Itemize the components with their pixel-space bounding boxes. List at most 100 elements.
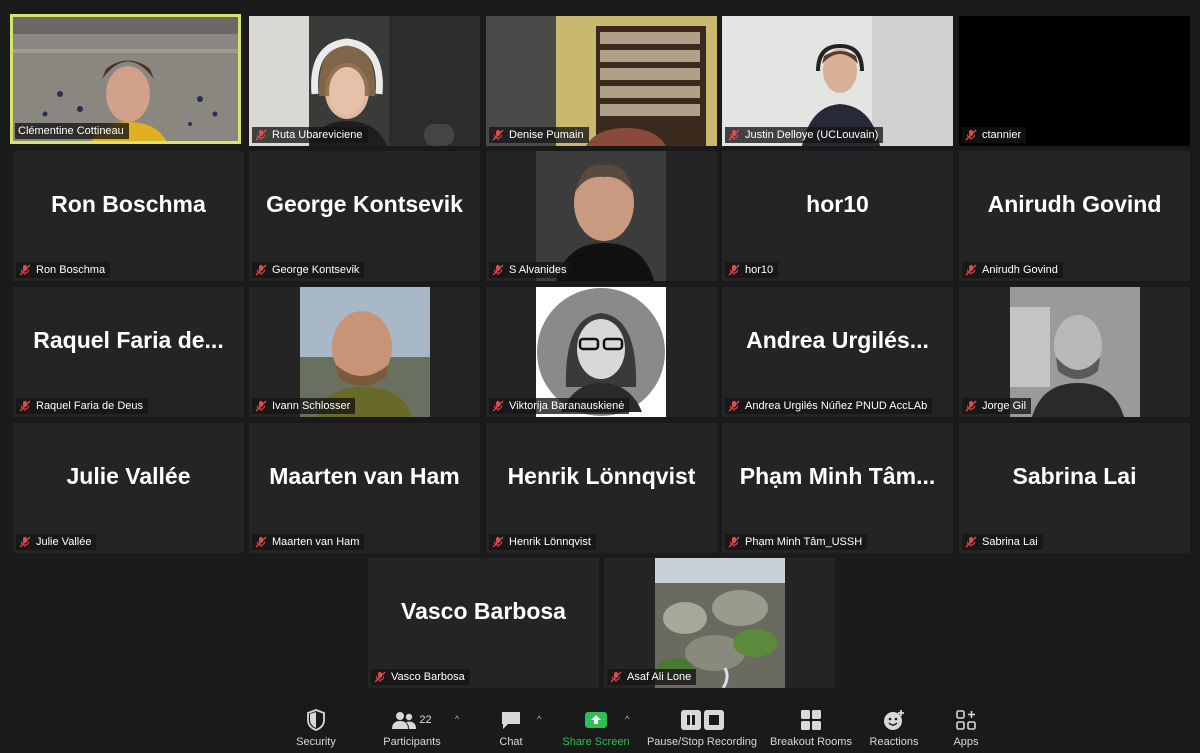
participant-tile[interactable]: Maarten van Ham Maarten van Ham — [249, 423, 480, 553]
participant-name-tag: Ron Boschma — [16, 262, 111, 278]
participant-tile[interactable]: Vasco Barbosa Vasco Barbosa — [368, 558, 599, 688]
microphone-muted-icon — [728, 400, 740, 412]
participants-icon — [392, 712, 417, 729]
participant-display-name: Sabrina Lai — [1012, 463, 1137, 489]
chat-icon — [502, 712, 520, 729]
participant-tile[interactable]: Phạm Minh Tâm... Phạm Minh Tâm_USSH — [722, 423, 953, 553]
microphone-muted-icon — [965, 264, 977, 276]
participant-tile-active-speaker[interactable]: Clémentine Cottineau — [10, 14, 241, 144]
participant-tile[interactable]: hor10 hor10 — [722, 151, 953, 281]
participant-name-tag: hor10 — [725, 262, 779, 278]
microphone-muted-icon — [728, 536, 740, 548]
microphone-muted-icon — [19, 536, 31, 548]
participant-tile[interactable]: S Alvanides — [486, 151, 717, 281]
participant-tile[interactable]: Sabrina Lai Sabrina Lai — [959, 423, 1190, 553]
participant-name-tag: Justin Delloye (UCLouvain) — [725, 127, 884, 143]
participant-name-tag: Anirudh Govind — [962, 262, 1063, 278]
breakout-rooms-icon — [801, 710, 821, 730]
microphone-muted-icon — [19, 264, 31, 276]
participant-display-name: Anirudh Govind — [987, 191, 1162, 217]
participant-tile[interactable]: Viktorija Baranauskienė — [486, 287, 717, 417]
participant-tile[interactable]: Andrea Urgilés... Andrea Urgilés Núñez P… — [722, 287, 953, 417]
microphone-muted-icon — [728, 129, 740, 141]
participant-display-name: hor10 — [806, 191, 869, 217]
security-button[interactable]: Security — [294, 708, 338, 748]
participant-display-name: Phạm Minh Tâm... — [739, 463, 936, 489]
participant-display-name: Vasco Barbosa — [401, 598, 566, 624]
participant-tile[interactable]: Asaf Ali Lone — [604, 558, 835, 688]
share-screen-button[interactable]: Share Screen — [560, 708, 632, 748]
participant-name-tag: Sabrina Lai — [962, 534, 1043, 550]
participant-grid: Clémentine Cottineau Ruta Ubareviciene D… — [0, 0, 1200, 700]
participant-name-tag: S Alvanides — [489, 262, 572, 278]
participant-name-tag: ctannier — [962, 127, 1027, 143]
microphone-muted-icon — [965, 536, 977, 548]
participant-tile[interactable]: Denise Pumain — [486, 16, 717, 146]
microphone-muted-icon — [492, 400, 504, 412]
meeting-toolbar: Security 22 Participants ^ Chat ^ Share — [0, 700, 1200, 753]
participant-tile[interactable]: Henrik Lönnqvist Henrik Lönnqvist — [486, 423, 717, 553]
participant-tile[interactable]: Anirudh Govind Anirudh Govind — [959, 151, 1190, 281]
apps-button[interactable]: Apps — [950, 708, 982, 748]
microphone-muted-icon — [19, 400, 31, 412]
participants-menu-caret-icon[interactable]: ^ — [455, 714, 459, 724]
participant-display-name: George Kontsevik — [266, 191, 463, 217]
participant-name-tag: Jorge Gil — [962, 398, 1032, 414]
participant-name-tag: George Kontsevik — [252, 262, 365, 278]
participant-name-tag: Maarten van Ham — [252, 534, 365, 550]
shield-icon — [307, 709, 325, 731]
participant-name-tag: Andrea Urgilés Núñez PNUD AccLAb — [725, 398, 933, 414]
microphone-muted-icon — [728, 264, 740, 276]
microphone-muted-icon — [255, 400, 267, 412]
participant-display-name: Julie Vallée — [66, 463, 191, 489]
microphone-muted-icon — [255, 264, 267, 276]
participant-name-tag: Julie Vallée — [16, 534, 97, 550]
participant-display-name: Andrea Urgilés... — [746, 327, 929, 353]
breakout-rooms-button[interactable]: Breakout Rooms — [768, 708, 854, 748]
participant-name-tag: Denise Pumain — [489, 127, 589, 143]
share-screen-icon — [585, 712, 607, 728]
microphone-muted-icon — [492, 264, 504, 276]
participant-tile[interactable]: ctannier — [959, 16, 1190, 146]
participant-name-tag: Phạm Minh Tâm_USSH — [725, 534, 868, 550]
participant-name-tag: Asaf Ali Lone — [607, 669, 697, 685]
participant-tile[interactable]: Justin Delloye (UCLouvain) — [722, 16, 953, 146]
stop-icon — [703, 710, 724, 730]
pause-icon — [680, 710, 701, 730]
pause-stop-recording-button[interactable]: Pause/Stop Recording — [646, 708, 758, 748]
participant-tile[interactable]: Ron Boschma Ron Boschma — [13, 151, 244, 281]
participant-name-tag: Viktorija Baranauskienė — [489, 398, 630, 414]
participant-tile[interactable]: Julie Vallée Julie Vallée — [13, 423, 244, 553]
participant-name-tag: Raquel Faria de Deus — [16, 398, 149, 414]
share-menu-caret-icon[interactable]: ^ — [625, 714, 629, 724]
participant-name-tag: Henrik Lönnqvist — [489, 534, 596, 550]
microphone-muted-icon — [255, 129, 267, 141]
participant-tile[interactable]: Jorge Gil — [959, 287, 1190, 417]
chat-button[interactable]: Chat — [496, 708, 526, 748]
participant-name-tag: Ruta Ubareviciene — [252, 127, 368, 143]
microphone-muted-icon — [965, 129, 977, 141]
participant-display-name: Ron Boschma — [51, 191, 206, 217]
participant-tile[interactable]: Ivann Schlosser — [249, 287, 480, 417]
chat-menu-caret-icon[interactable]: ^ — [537, 714, 541, 724]
participant-name-tag: Ivann Schlosser — [252, 398, 356, 414]
participant-tile[interactable]: Raquel Faria de... Raquel Faria de Deus — [13, 287, 244, 417]
microphone-muted-icon — [610, 671, 622, 683]
microphone-muted-icon — [374, 671, 386, 683]
participant-display-name: Henrik Lönnqvist — [507, 463, 696, 489]
participant-name-tag: Clémentine Cottineau — [15, 123, 129, 139]
microphone-muted-icon — [255, 536, 267, 548]
participants-button[interactable]: 22 Participants — [380, 708, 444, 748]
microphone-muted-icon — [492, 536, 504, 548]
participant-display-name: Raquel Faria de... — [33, 327, 224, 353]
participant-display-name: Maarten van Ham — [269, 463, 460, 489]
reactions-icon — [884, 710, 904, 730]
participant-name-tag: Vasco Barbosa — [371, 669, 470, 685]
participant-tile[interactable]: Ruta Ubareviciene — [249, 16, 480, 146]
microphone-muted-icon — [492, 129, 504, 141]
participants-count: 22 — [419, 714, 432, 726]
apps-icon — [956, 710, 976, 730]
reactions-button[interactable]: Reactions — [868, 708, 920, 748]
microphone-muted-icon — [965, 400, 977, 412]
participant-tile[interactable]: George Kontsevik George Kontsevik — [249, 151, 480, 281]
